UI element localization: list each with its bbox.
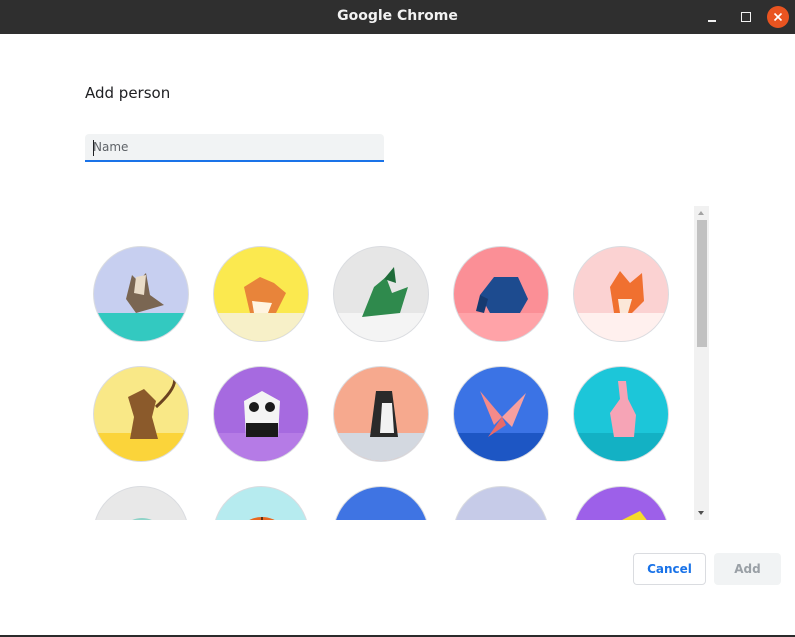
avatar-fox[interactable] [573,246,669,342]
origami-elephant-icon [454,277,548,341]
name-input[interactable] [85,134,384,162]
avatar-monkey[interactable] [93,366,189,462]
avatar-grid[interactable] [85,207,695,520]
avatar-dragon[interactable] [333,246,429,342]
title-bar: Google Chrome [0,0,795,34]
origami-penguin-icon [334,391,428,461]
scroll-thumb[interactable] [697,220,707,347]
add-button[interactable]: Add [714,553,781,585]
avatar-bird[interactable] [453,486,549,520]
avatar-penguin[interactable] [333,366,429,462]
origami-corgi-icon [214,277,308,341]
origami-dragon-icon [334,267,428,341]
avatar-unicorn[interactable] [93,486,189,520]
avatar-corgi[interactable] [213,246,309,342]
avatar-cat[interactable] [93,246,189,342]
text-caret [93,140,94,156]
origami-fox-icon [574,271,668,341]
avatar-basketball[interactable] [213,486,309,520]
origami-monkey-icon [94,376,188,461]
cancel-button[interactable]: Cancel [633,553,706,585]
origami-panda-icon [214,391,308,461]
avatar-elephant[interactable] [453,246,549,342]
origami-rabbit-icon [574,381,668,461]
close-x-glyph [773,12,783,22]
close-icon[interactable] [767,6,789,28]
minimize-icon[interactable] [701,6,723,28]
avatar-bike[interactable] [333,486,429,520]
origami-unicorn-icon [132,518,152,520]
red-bird-icon [454,487,549,520]
avatar-cheese[interactable] [573,486,669,520]
scroll-down-arrow-icon[interactable] [694,506,709,520]
scroll-up-arrow-icon[interactable] [694,206,709,220]
maximize-icon[interactable] [734,6,756,28]
origami-cat-icon [94,273,188,341]
avatar-butterfly[interactable] [453,366,549,462]
avatar-panda[interactable] [213,366,309,462]
avatar-grid-scrollbar[interactable] [694,206,709,520]
avatar-rabbit[interactable] [573,366,669,462]
dialog-heading: Add person [85,84,171,102]
window-title: Google Chrome [337,8,458,24]
basketball-icon [249,517,275,520]
cheese-icon [622,511,647,520]
bicycle-icon [334,487,429,520]
origami-butterfly-icon [454,391,548,461]
